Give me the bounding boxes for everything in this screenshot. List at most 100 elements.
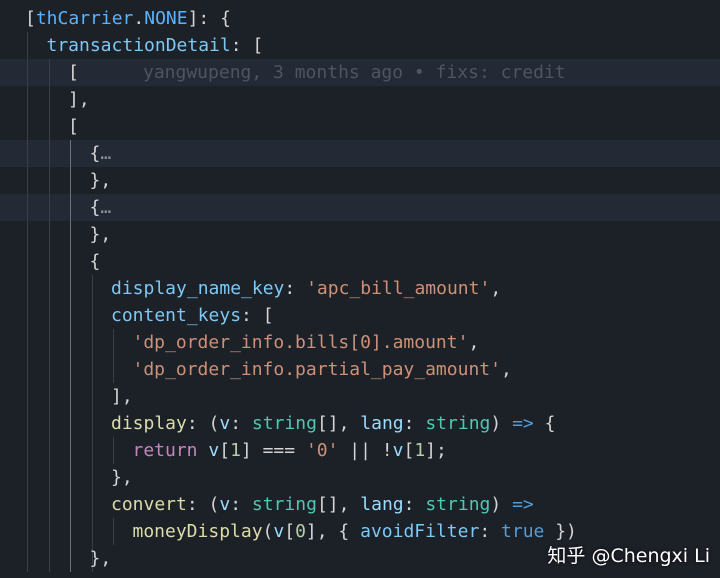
code-token: v <box>273 521 285 542</box>
indent-guide <box>91 356 93 383</box>
code-token: return <box>132 440 198 461</box>
code-token: => <box>512 413 534 434</box>
code-line[interactable]: transactionDetail: [ <box>0 32 720 59</box>
code-line[interactable]: return v[1] === '0' || !v[1]; <box>0 437 720 464</box>
code-token: 1 <box>414 440 426 461</box>
indent-guide <box>27 464 28 491</box>
code-line[interactable]: ], <box>0 383 720 410</box>
indent-guide <box>27 59 28 86</box>
code-token: content_keys <box>111 305 242 326</box>
indent-guide <box>48 437 50 464</box>
code-token: v <box>219 413 231 434</box>
code-token: : <box>403 413 426 434</box>
indent-guide <box>27 329 28 356</box>
code-token: 'apc_bill_amount' <box>306 278 491 299</box>
code-token: ]: { <box>187 8 231 29</box>
code-line[interactable]: [yangwupeng, 3 months ago • fixs: credit <box>0 59 720 86</box>
watermark-text: 知乎 @Chengxi Li <box>547 545 710 567</box>
code-token: v <box>219 494 231 515</box>
code-line[interactable]: {… <box>0 140 720 167</box>
indent-guide <box>70 356 71 383</box>
code-editor[interactable]: [thCarrier.NONE]: {transactionDetail: [[… <box>0 0 720 578</box>
code-token: : [ <box>230 35 264 56</box>
indent-guide <box>27 221 28 248</box>
code-token: true <box>501 521 545 542</box>
code-line[interactable]: [thCarrier.NONE]: { <box>0 5 720 32</box>
indent-guide <box>27 410 28 437</box>
code-token: [ <box>219 440 231 461</box>
code-token: ], <box>68 89 90 110</box>
indent-guide <box>27 32 28 59</box>
code-token: ], <box>111 386 133 407</box>
indent-guide <box>70 464 71 491</box>
indent-guide <box>48 140 50 167</box>
code-line[interactable]: display: (v: string[], lang: string) => … <box>0 410 720 437</box>
indent-guide <box>91 275 93 302</box>
indent-guide <box>48 383 50 410</box>
code-text: [ <box>68 59 79 86</box>
code-line[interactable]: convert: (v: string[], lang: string) => <box>0 491 720 518</box>
indent-guide <box>27 491 28 518</box>
code-token: }, <box>89 170 112 191</box>
indent-guide <box>27 194 28 221</box>
code-token: ) <box>490 413 513 434</box>
indent-guide <box>48 167 50 194</box>
code-token: lang <box>360 494 404 515</box>
code-token: : <box>479 521 502 542</box>
code-line[interactable]: ], <box>0 86 720 113</box>
code-token: }, <box>111 467 133 488</box>
code-token: || ! <box>338 440 393 461</box>
indent-guide <box>27 518 28 545</box>
indent-guide <box>91 491 93 518</box>
indent-guide <box>48 113 50 140</box>
code-line[interactable]: }, <box>0 167 720 194</box>
code-token: [ <box>403 440 415 461</box>
indent-guide <box>70 545 71 572</box>
indent-guide <box>113 437 114 464</box>
indent-guide <box>27 437 28 464</box>
code-token: ] === <box>240 440 306 461</box>
code-line[interactable]: 'dp_order_info.partial_pay_amount', <box>0 356 720 383</box>
code-text: }, <box>111 464 133 491</box>
code-line[interactable]: [ <box>0 113 720 140</box>
indent-guide <box>48 275 50 302</box>
indent-guide <box>48 59 50 86</box>
code-text: }, <box>90 221 112 248</box>
code-line[interactable]: }, <box>0 221 720 248</box>
code-token: : [ <box>241 305 274 326</box>
indent-guide <box>48 491 50 518</box>
indent-guide <box>113 356 114 383</box>
fold-ellipsis-icon[interactable]: … <box>100 197 111 218</box>
indent-guide <box>48 356 50 383</box>
code-line[interactable]: display_name_key: 'apc_bill_amount', <box>0 275 720 302</box>
code-line[interactable]: 'dp_order_info.bills[0].amount', <box>0 329 720 356</box>
code-token: ], { <box>305 521 361 542</box>
code-token: : <box>230 413 252 434</box>
code-token: avoidFilter <box>360 521 480 542</box>
code-token: NONE <box>144 8 188 29</box>
code-token: , <box>490 278 502 299</box>
code-line[interactable]: { <box>0 248 720 275</box>
code-line[interactable]: content_keys: [ <box>0 302 720 329</box>
code-token: string <box>251 413 317 434</box>
code-line[interactable]: {… <box>0 194 720 221</box>
code-text: }, <box>90 167 112 194</box>
code-token: }, <box>89 224 112 245</box>
code-text: [thCarrier.NONE]: { <box>25 5 231 32</box>
indent-guide <box>91 437 93 464</box>
code-token: string <box>425 494 491 515</box>
code-token: }) <box>544 521 577 542</box>
code-token: , <box>500 359 512 380</box>
indent-guide <box>48 545 50 572</box>
indent-guide <box>113 329 114 356</box>
code-line[interactable]: }, <box>0 464 720 491</box>
code-token: '0' <box>305 440 339 461</box>
code-token: string <box>251 494 317 515</box>
fold-ellipsis-icon[interactable]: … <box>100 143 111 164</box>
code-text: ], <box>68 86 90 113</box>
code-text: moneyDisplay(v[0], { avoidFilter: true }… <box>133 518 577 545</box>
code-token: ) <box>490 494 513 515</box>
indent-guide <box>48 518 50 545</box>
code-text: }, <box>90 545 112 572</box>
indent-guide <box>48 221 50 248</box>
